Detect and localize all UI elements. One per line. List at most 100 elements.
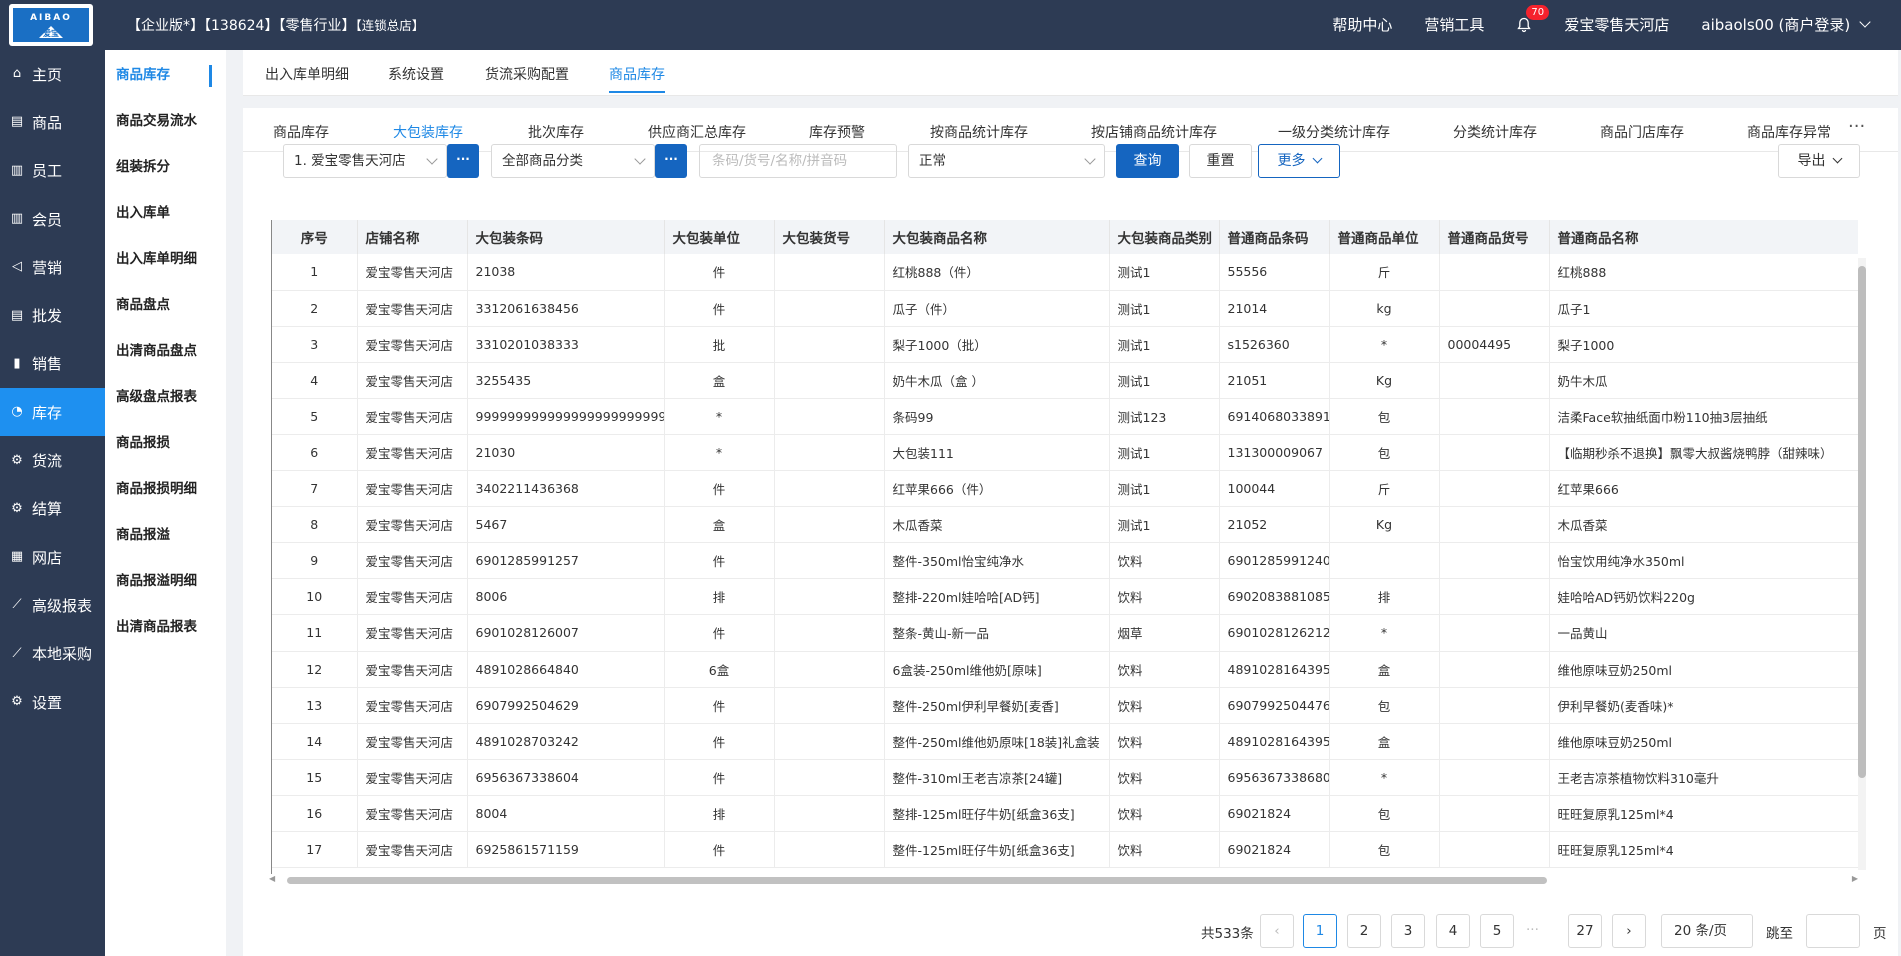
page-3-button[interactable]: 3	[1391, 914, 1425, 948]
column-header[interactable]: 店铺名称	[357, 220, 468, 254]
user-menu[interactable]: aibaols00 (商户登录)	[1701, 14, 1871, 35]
page-ellipsis[interactable]: ···	[1526, 922, 1539, 938]
column-header[interactable]: 大包装商品名称	[884, 220, 1110, 254]
nav-item-wholesale[interactable]: ▤ 批发	[0, 291, 105, 339]
category-select[interactable]: 全部商品分类	[491, 144, 655, 178]
marketing-tools-link[interactable]: 营销工具	[1424, 14, 1484, 35]
table-row[interactable]: 2 爱宝零售天河店 3312061638456 件 瓜子（件） 测试1 21014 kg 瓜子1	[272, 290, 1858, 327]
subtab-category[interactable]: 分类统计库存	[1453, 122, 1537, 142]
reset-button[interactable]: 重置	[1189, 144, 1252, 178]
nav-item-settings[interactable]: ⚙ 设置	[0, 678, 105, 726]
subtab-bulk-stock[interactable]: 大包装库存	[378, 122, 478, 151]
subnav-item[interactable]: 出入库单明细	[105, 234, 226, 280]
page-size-select[interactable]: 20 条/页	[1661, 914, 1753, 948]
page-5-button[interactable]: 5	[1480, 914, 1514, 948]
store-picker-button[interactable]: ···	[447, 144, 479, 178]
next-page-button[interactable]: ›	[1612, 914, 1646, 948]
horizontal-scrollbar[interactable]: ◀ ▶	[269, 874, 1858, 886]
column-header[interactable]: 普通商品货号	[1439, 220, 1550, 254]
table-row[interactable]: 7 爱宝零售天河店 3402211436368 件 红苹果666（件） 测试1 100044…	[272, 470, 1858, 508]
help-center-link[interactable]: 帮助中心	[1332, 14, 1392, 35]
subnav-item[interactable]: 出清商品报表	[105, 602, 226, 648]
nav-item-sales[interactable]: ▮ 销售	[0, 340, 105, 388]
table-row[interactable]: 1 爱宝零售天河店 21038 件 红桃888（件） 测试1 55556 斤 红桃888	[272, 254, 1858, 291]
aibao-logo[interactable]: AIBAO 爱宝	[9, 4, 93, 46]
query-button[interactable]: 查询	[1116, 144, 1179, 178]
column-header[interactable]: 大包装商品类别	[1109, 220, 1220, 254]
nav-item-marketing[interactable]: ◁ 营销	[0, 243, 105, 291]
table-row[interactable]: 4 爱宝零售天河店 3255435 盒 奶牛木瓜（盒 ）测试1 21051 Kg 奶牛木瓜	[272, 362, 1858, 399]
subtab-level1-category[interactable]: 一级分类统计库存	[1278, 122, 1390, 142]
subtab-store-stock[interactable]: 商品门店库存	[1600, 122, 1684, 142]
page-4-button[interactable]: 4	[1436, 914, 1470, 948]
column-header[interactable]: 序号	[272, 220, 358, 254]
column-header[interactable]: 大包装货号	[774, 220, 885, 254]
column-header[interactable]: 普通商品条码	[1219, 220, 1330, 254]
subtab-by-goods[interactable]: 按商品统计库存	[930, 122, 1028, 142]
subnav-item[interactable]: 商品报损	[105, 418, 226, 464]
nav-item-report[interactable]: ⟋ 高级报表	[0, 581, 105, 629]
category-picker-button[interactable]: ···	[655, 144, 687, 178]
subnav-item[interactable]: 商品报损明细	[105, 464, 226, 510]
subtab-goods-stock[interactable]: 商品库存	[273, 122, 329, 142]
store-select[interactable]: 1. 爱宝零售天河店	[283, 144, 447, 178]
table-row[interactable]: 10 爱宝零售天河店 8006 排整排-220ml娃哈哈[AD钙] 饮料 69020838…	[272, 578, 1858, 616]
subtab-batch-stock[interactable]: 批次库存	[528, 122, 584, 142]
nav-item-home[interactable]: ⌂ 主页	[0, 50, 105, 98]
more-tabs-icon[interactable]: ···	[1848, 116, 1865, 137]
jump-page-input[interactable]	[1806, 914, 1860, 948]
page-27-button[interactable]: 27	[1568, 914, 1602, 948]
table-row[interactable]: 5 爱宝零售天河店 999999999999999999999999 * 条码99 测试1…	[272, 398, 1858, 435]
column-header[interactable]: 大包装条码	[467, 220, 665, 254]
table-row[interactable]: 3 爱宝零售天河店 3310201038333 批 梨子1000（批） 测试1 s15263…	[272, 326, 1858, 363]
subnav-item[interactable]: 出清商品盘点	[105, 326, 226, 372]
subtab-supplier-stock[interactable]: 供应商汇总库存	[648, 122, 746, 142]
column-header[interactable]: 普通商品名称	[1549, 220, 1858, 254]
subnav-item[interactable]: 商品报溢	[105, 510, 226, 556]
table-row[interactable]: 13 爱宝零售天河店 6907992504629 件 整件-250ml伊利早餐奶[麦香]…	[272, 687, 1858, 724]
nav-item-shop[interactable]: ▦ 网店	[0, 533, 105, 581]
subtab-stock-anomaly[interactable]: 商品库存异常	[1747, 122, 1831, 142]
tab-purchase-config[interactable]: 货流采购配置	[485, 64, 569, 84]
nav-item-inventory[interactable]: ◔ 库存	[0, 388, 105, 437]
column-header[interactable]: 普通商品单位	[1329, 220, 1440, 254]
nav-item-cargo[interactable]: ⚙ 货流	[0, 436, 105, 484]
tab-stock-detail[interactable]: 出入库单明细	[265, 64, 349, 84]
table-row[interactable]: 6 爱宝零售天河店 21030 * 大包装111 测试1 131300009067 包 【临期秒…	[272, 434, 1858, 472]
subnav-item[interactable]: 商品交易流水	[105, 96, 226, 142]
table-row[interactable]: 8 爱宝零售天河店 5467 盒木瓜香菜 测试1 21052 Kg 木瓜香菜	[272, 506, 1858, 544]
nav-item-member[interactable]: ▥ 会员	[0, 195, 105, 243]
subtab-stock-warning[interactable]: 库存预警	[809, 122, 865, 142]
table-row[interactable]: 12 爱宝零售天河店 4891028664840 6盒 6盒装-250ml维他奶[原味]…	[272, 651, 1858, 688]
table-row[interactable]: 14 爱宝零售天河店 4891028703242 件 整件-250ml维他奶原味[18装…	[272, 723, 1858, 760]
tab-inventory[interactable]: 商品库存	[609, 64, 665, 93]
page-2-button[interactable]: 2	[1347, 914, 1381, 948]
search-input[interactable]: 条码/货号/名称/拼音码	[699, 144, 897, 178]
subnav-item[interactable]: 商品库存	[105, 50, 226, 96]
nav-item-purchase[interactable]: ⟋ 本地采购	[0, 630, 105, 678]
status-select[interactable]: 正常	[908, 144, 1105, 178]
subnav-item[interactable]: 商品盘点	[105, 280, 226, 326]
notification-button[interactable]: 70	[1516, 4, 1550, 35]
subnav-item[interactable]: 出入库单	[105, 188, 226, 234]
subtab-by-store-goods[interactable]: 按店铺商品统计库存	[1091, 122, 1217, 142]
subnav-item[interactable]: 商品报溢明细	[105, 556, 226, 602]
column-header[interactable]: 大包装单位	[664, 220, 775, 254]
prev-page-button[interactable]: ‹	[1260, 914, 1294, 948]
nav-item-staff[interactable]: ▥ 员工	[0, 147, 105, 195]
current-store[interactable]: 爱宝零售天河店	[1564, 14, 1669, 35]
nav-item-goods[interactable]: ▤ 商品	[0, 98, 105, 146]
page-1-button[interactable]: 1	[1303, 914, 1337, 948]
table-row[interactable]: 16 爱宝零售天河店 8004 排 整排-125ml旺仔牛奶[纸盒36支] 饮料 69021…	[272, 795, 1858, 833]
tab-system-settings[interactable]: 系统设置	[388, 64, 444, 84]
subnav-item[interactable]: 高级盘点报表	[105, 372, 226, 418]
table-row[interactable]: 15 爱宝零售天河店 6956367338604 件 整件-310ml王老吉凉茶[24罐…	[272, 759, 1858, 796]
nav-item-settle[interactable]: ⚙ 结算	[0, 485, 105, 533]
table-row[interactable]: 9 爱宝零售天河店 6901285991257 件 整件-350ml怡宝纯净水 饮料 690…	[272, 542, 1858, 580]
vertical-scrollbar[interactable]	[1858, 258, 1866, 870]
export-button[interactable]: 导出	[1778, 144, 1860, 178]
table-row[interactable]: 17 爱宝零售天河店 6925861571159 件 整件-125ml旺仔牛奶[纸盒36…	[272, 831, 1858, 869]
more-button[interactable]: 更多	[1258, 144, 1340, 178]
subnav-item[interactable]: 组装拆分	[105, 142, 226, 188]
table-row[interactable]: 11 爱宝零售天河店 6901028126007 件 整条-黄山-新一品 烟草 690102…	[272, 614, 1858, 652]
